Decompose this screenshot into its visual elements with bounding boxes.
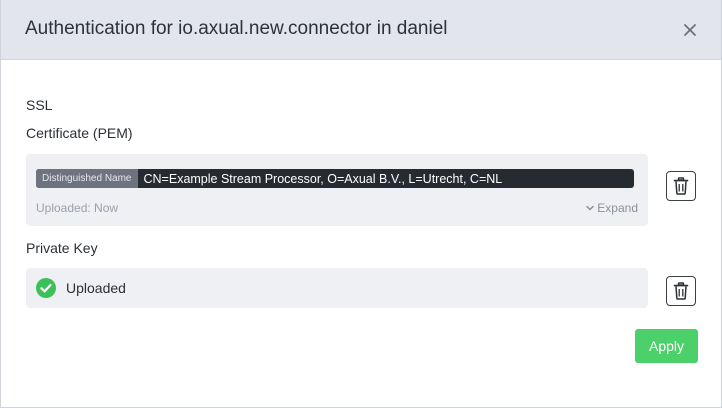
delete-certificate-button[interactable] xyxy=(666,171,696,201)
expand-label: Expand xyxy=(597,201,638,215)
expand-button[interactable]: Expand xyxy=(585,201,638,215)
certificate-uploaded-time: Uploaded: Now xyxy=(36,201,119,215)
modal-header: Authentication for io.axual.new.connecto… xyxy=(1,0,721,60)
trash-icon xyxy=(673,177,689,195)
ssl-heading: SSL xyxy=(26,97,53,113)
distinguished-name-bar: Distinguished Name CN=Example Stream Pro… xyxy=(36,169,634,188)
private-key-status: Uploaded xyxy=(66,280,126,296)
apply-button[interactable]: Apply xyxy=(635,329,698,363)
close-icon xyxy=(684,24,696,36)
private-key-panel: Uploaded xyxy=(26,268,648,308)
private-key-label: Private Key xyxy=(26,240,98,256)
trash-icon xyxy=(673,282,689,300)
certificate-label: Certificate (PEM) xyxy=(26,125,133,141)
check-circle-icon xyxy=(36,278,56,298)
certificate-panel: Distinguished Name CN=Example Stream Pro… xyxy=(26,154,648,226)
close-button[interactable] xyxy=(679,19,701,41)
delete-private-key-button[interactable] xyxy=(666,276,696,306)
distinguished-name-label: Distinguished Name xyxy=(36,169,138,188)
chevron-down-icon xyxy=(586,205,595,211)
modal-title: Authentication for io.axual.new.connecto… xyxy=(25,18,448,39)
distinguished-name-value: CN=Example Stream Processor, O=Axual B.V… xyxy=(143,171,503,186)
authentication-modal: Authentication for io.axual.new.connecto… xyxy=(0,0,722,408)
